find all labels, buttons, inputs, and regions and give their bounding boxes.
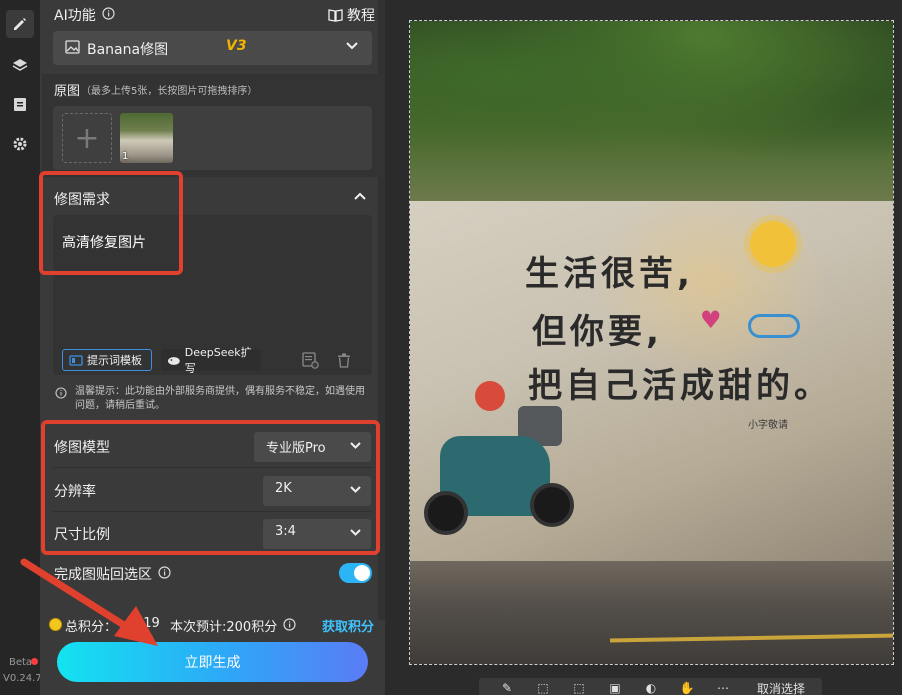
image-thumbnail[interactable]: 1	[120, 113, 173, 163]
cloud-drawing	[748, 314, 800, 338]
chevron-up-icon[interactable]	[354, 192, 366, 200]
clipboard-icon	[14, 98, 26, 111]
warning-info-icon	[55, 387, 67, 399]
function-select-value: Banana修图	[87, 42, 169, 58]
paste-back-toggle[interactable]	[339, 563, 372, 583]
canvas-image[interactable]: ♥ 生活很苦, 但你要, 把自己活成甜的。 小字敬请	[409, 20, 894, 665]
magic-select-icon[interactable]: ⬚	[535, 681, 551, 695]
tutorial-link[interactable]: 教程	[328, 5, 375, 25]
scooter-wheel	[530, 483, 574, 527]
template-icon	[69, 354, 83, 366]
ivy-region	[410, 21, 893, 201]
chevron-down-icon	[346, 42, 358, 50]
lasso-icon[interactable]: ✋	[679, 681, 695, 695]
notification-dot	[31, 658, 38, 665]
gear-icon	[13, 137, 27, 151]
beta-label: Beta	[9, 657, 33, 668]
info-icon[interactable]	[102, 7, 115, 20]
annotation-arrow	[20, 558, 158, 646]
original-label: 原图	[54, 84, 81, 99]
info-icon[interactable]	[283, 618, 296, 631]
tutorial-label: 教程	[347, 8, 375, 24]
flower-drawing	[475, 381, 505, 411]
panel-title: AI功能	[54, 8, 96, 24]
history-list-icon[interactable]	[302, 352, 319, 369]
layers-icon	[12, 59, 28, 71]
more-icon[interactable]: ⋯	[715, 681, 731, 695]
scooter-wheel	[424, 491, 468, 535]
rect-select-icon[interactable]: ⬚	[571, 681, 587, 695]
trash-icon[interactable]	[337, 353, 351, 368]
toggle-knob	[354, 565, 370, 581]
prompt-template-button[interactable]: 提示词模板	[62, 349, 152, 371]
deepseek-expand-button[interactable]: DeepSeek扩写	[161, 346, 261, 375]
thumbnail-index: 1	[122, 151, 129, 162]
book-icon	[328, 8, 343, 22]
original-hint: （最多上传5张，长按图片可拖拽排序）	[81, 86, 258, 97]
road-region	[410, 561, 893, 664]
whale-icon	[167, 356, 180, 365]
image-icon	[65, 40, 80, 54]
add-image-button[interactable]: +	[62, 113, 112, 163]
subject-select-icon[interactable]: ▣	[607, 681, 623, 695]
graffiti-signature: 小字敬请	[748, 420, 788, 431]
graffiti-line-2: 但你要,	[532, 312, 663, 352]
canvas-toolbar: ✎ ⬚ ⬚ ▣ ◐ ✋ ⋯ 取消选择	[479, 678, 822, 695]
graffiti-line-1: 生活很苦,	[525, 254, 694, 294]
get-points-link[interactable]: 获取积分	[322, 616, 374, 635]
version-badge: V3	[226, 38, 247, 54]
prompt-template-label: 提示词模板	[87, 354, 142, 367]
invert-icon[interactable]: ◐	[643, 681, 659, 695]
annotation-box-settings	[41, 420, 380, 555]
history-button[interactable]	[6, 90, 34, 118]
version-label: V0.24.7	[3, 673, 42, 684]
settings-button[interactable]	[6, 130, 34, 158]
deepseek-expand-label: DeepSeek扩写	[184, 346, 252, 375]
cancel-selection-button[interactable]: 取消选择	[757, 680, 805, 695]
layers-button[interactable]	[6, 51, 34, 79]
notice-text: 温馨提示：此功能由外部服务商提供，偶有服务不稳定，如遇使用问题，请稍后重试。	[75, 386, 365, 411]
estimated-cost: 本次预计:200积分	[170, 620, 278, 635]
pencil-icon	[14, 18, 26, 30]
sun-drawing	[750, 221, 796, 267]
function-select[interactable]: Banana修图 V3	[53, 31, 372, 65]
annotation-box-request	[39, 171, 183, 275]
edit-tool-button[interactable]	[6, 10, 34, 38]
heart-drawing: ♥	[700, 306, 722, 334]
graffiti-line-3: 把自己活成甜的。	[528, 366, 832, 406]
brush-select-icon[interactable]: ✎	[499, 681, 515, 695]
